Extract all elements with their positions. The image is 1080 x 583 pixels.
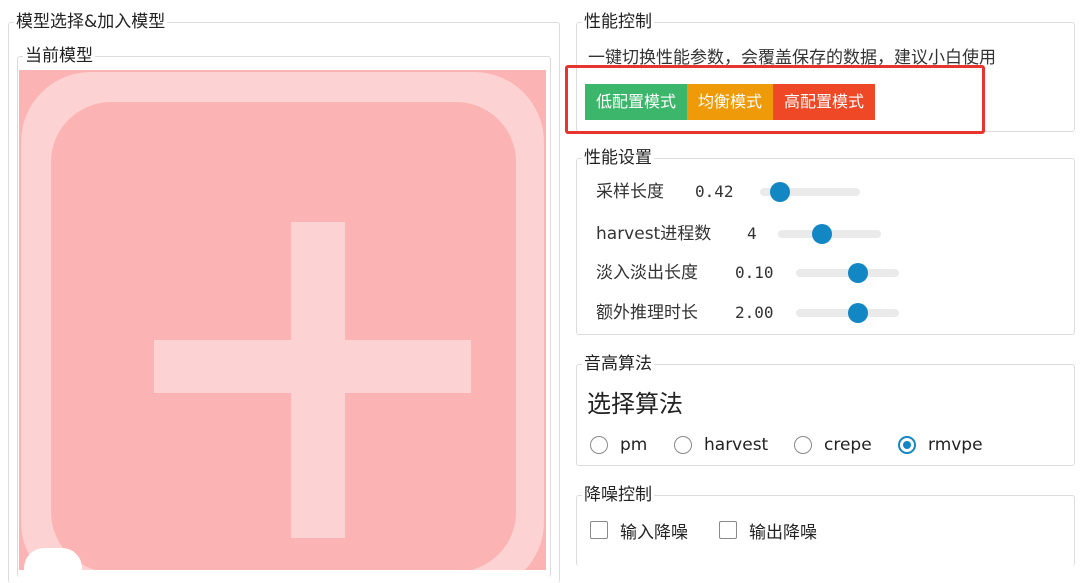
corner-badge (24, 548, 82, 570)
radio-harvest[interactable]: harvest (674, 433, 768, 457)
fade-length-slider[interactable] (796, 263, 899, 283)
add-model-button[interactable] (19, 70, 546, 570)
radio-rmvpe[interactable]: rmvpe (898, 433, 983, 457)
radio-indicator[interactable] (674, 436, 692, 454)
setting-label: 淡入淡出长度 (596, 263, 698, 283)
setting-value: 0.10 (735, 263, 774, 282)
radio-label: pm (620, 435, 648, 455)
checkbox-label: 输出降噪 (749, 522, 817, 543)
highlight-annotation (565, 65, 985, 134)
setting-row-harvest-processes: harvest进程数 4 (596, 219, 896, 249)
noise-control-title: 降噪控制 (582, 484, 654, 506)
checkbox-label: 输入降噪 (620, 522, 688, 543)
checkbox-indicator[interactable] (590, 521, 608, 539)
output-denoise-checkbox[interactable]: 输出降噪 (719, 518, 817, 543)
input-denoise-checkbox[interactable]: 输入降噪 (590, 518, 688, 543)
radio-indicator[interactable] (898, 436, 916, 454)
add-tile-frame (21, 72, 544, 570)
performance-control-title: 性能控制 (582, 11, 654, 33)
radio-label: crepe (824, 435, 872, 455)
setting-row-sample-length: 采样长度 0.42 (596, 177, 896, 207)
setting-row-fade-length: 淡入淡出长度 0.10 (596, 258, 906, 288)
extra-inference-slider[interactable] (796, 303, 899, 323)
slider-handle[interactable] (770, 182, 790, 202)
setting-label: 额外推理时长 (596, 303, 698, 323)
setting-label: harvest进程数 (596, 224, 712, 244)
radio-pm[interactable]: pm (590, 433, 647, 457)
slider-handle[interactable] (847, 303, 868, 323)
setting-value: 0.42 (695, 182, 734, 201)
radio-crepe[interactable]: crepe (794, 433, 872, 457)
add-tile-inner (51, 102, 516, 570)
setting-label: 采样长度 (596, 182, 664, 202)
radio-label: rmvpe (928, 435, 983, 455)
model-select-group-title: 模型选择&加入模型 (14, 11, 168, 33)
setting-value: 4 (747, 224, 757, 243)
checkbox-indicator[interactable] (719, 521, 737, 539)
select-algorithm-label: 选择算法 (587, 390, 683, 418)
current-model-title: 当前模型 (23, 45, 95, 67)
radio-label: harvest (704, 435, 769, 455)
sample-length-slider[interactable] (760, 182, 860, 202)
setting-value: 2.00 (735, 303, 774, 322)
harvest-processes-slider[interactable] (778, 224, 881, 244)
radio-indicator[interactable] (794, 436, 812, 454)
radio-indicator[interactable] (590, 436, 608, 454)
performance-settings-title: 性能设置 (582, 147, 654, 169)
slider-handle[interactable] (847, 263, 868, 283)
slider-handle[interactable] (812, 224, 833, 244)
setting-row-extra-inference: 额外推理时长 2.00 (596, 298, 906, 328)
pitch-algorithm-title: 音高算法 (582, 353, 654, 375)
plus-icon-horizontal (154, 340, 471, 393)
